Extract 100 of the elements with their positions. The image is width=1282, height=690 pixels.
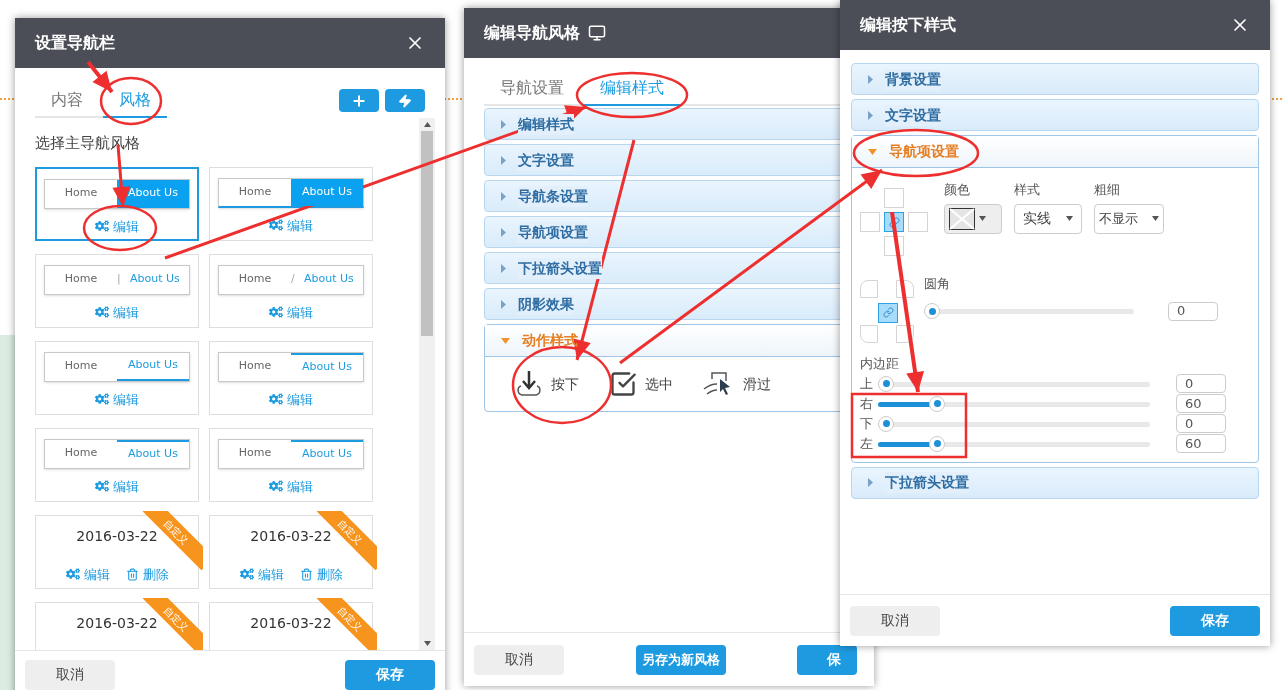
save-button[interactable]: 保存 xyxy=(1170,605,1260,636)
save-button[interactable]: 保 xyxy=(797,644,857,675)
edit-link[interactable]: 编辑 xyxy=(95,476,139,496)
section-label: 阴影效果 xyxy=(518,293,574,315)
slider-handle[interactable] xyxy=(929,435,946,452)
action-option[interactable]: 滑过 xyxy=(703,369,771,399)
delete-link[interactable]: 删除 xyxy=(299,564,343,584)
slider-handle[interactable] xyxy=(878,375,894,392)
home-label: Home xyxy=(63,271,99,288)
action-option[interactable]: 选中 xyxy=(609,369,673,399)
caret-down-icon xyxy=(979,216,986,221)
accordion-header[interactable]: 下拉箭头设置 xyxy=(851,466,1259,499)
save-as-new-style-button[interactable]: 另存为新风格 xyxy=(636,644,726,675)
section-label: 导航项设置 xyxy=(518,221,588,243)
line-style-select[interactable]: 实线 xyxy=(1014,203,1082,234)
ribbon-label: 自定义 xyxy=(334,603,366,635)
section-label: 导航项设置 xyxy=(889,142,959,161)
weight-select[interactable]: 不显示 xyxy=(1094,203,1164,234)
accordion-header[interactable]: 导航项设置 xyxy=(852,136,1258,168)
value-field[interactable]: 60 xyxy=(1176,394,1226,413)
flash-button[interactable] xyxy=(385,89,425,112)
color-label: 颜色 xyxy=(944,181,971,199)
padding-label: 内边距 xyxy=(860,355,900,373)
edit-link[interactable]: 编辑 xyxy=(95,389,139,409)
edit-link[interactable]: 编辑 xyxy=(269,476,313,496)
style-card[interactable]: Home About Us 编辑 xyxy=(35,427,199,502)
monitor-icon xyxy=(588,24,606,42)
scroll-down-icon xyxy=(423,641,431,646)
slider-handle[interactable] xyxy=(878,415,894,432)
value-field[interactable]: 60 xyxy=(1176,434,1226,453)
style-card[interactable]: Home / About Us 编辑 xyxy=(209,253,373,328)
section-title: 选择主导航风格 xyxy=(35,133,141,154)
home-label: Home xyxy=(63,358,99,375)
edit-link[interactable]: 编辑 xyxy=(239,564,284,584)
save-button[interactable]: 保存 xyxy=(345,659,435,690)
bottom-right-corner-option[interactable] xyxy=(896,325,914,344)
delete-link[interactable]: 删除 xyxy=(125,564,169,584)
gears-icon xyxy=(95,305,109,320)
accordion-header[interactable]: 背景设置 xyxy=(851,63,1259,95)
style-card[interactable]: Home About Us 编辑 xyxy=(35,166,199,241)
separator-label: / xyxy=(291,271,295,288)
padding-side-label: 右 xyxy=(860,394,874,413)
link-icon xyxy=(882,307,894,319)
value-field[interactable]: 0 xyxy=(1168,301,1218,321)
link-toggle[interactable] xyxy=(878,302,898,323)
tab[interactable]: 导航设置 xyxy=(484,76,580,106)
add-button[interactable] xyxy=(339,89,379,112)
action-option[interactable]: 按下 xyxy=(515,369,579,399)
cancel-button[interactable]: 取消 xyxy=(25,659,115,690)
gears-icon xyxy=(95,479,109,494)
ribbon-label: 自定义 xyxy=(160,516,192,548)
link-icon xyxy=(888,216,900,228)
section-label: 背景设置 xyxy=(885,68,941,90)
dialog-title: 编辑按下样式 xyxy=(860,14,956,36)
caret-down-icon xyxy=(1152,216,1159,221)
edit-link[interactable]: 编辑 xyxy=(269,302,313,322)
edit-link[interactable]: 编辑 xyxy=(95,302,139,322)
no-color-swatch-icon xyxy=(949,207,975,230)
home-label: Home xyxy=(63,445,99,462)
style-card[interactable]: Home | About Us 编辑 xyxy=(35,253,199,328)
color-picker[interactable] xyxy=(944,203,1002,234)
about-label: About Us xyxy=(291,439,363,468)
style-date: 2016-03-22 xyxy=(76,526,158,546)
about-label: About Us xyxy=(117,352,189,381)
padding-side-label: 上 xyxy=(860,374,874,393)
style-card[interactable]: Home About Us 编辑 xyxy=(35,340,199,415)
slider-handle[interactable] xyxy=(924,303,940,319)
style-card[interactable]: Home About Us 编辑 xyxy=(209,166,373,241)
edit-link[interactable]: 编辑 xyxy=(269,389,313,409)
press-down-icon xyxy=(515,369,543,399)
section-label: 文字设置 xyxy=(885,104,941,126)
slider-handle[interactable] xyxy=(929,395,946,412)
gears-icon xyxy=(269,479,283,494)
checkbox-icon xyxy=(609,370,637,398)
edit-link[interactable]: 编辑 xyxy=(269,215,313,235)
home-label: Home xyxy=(237,183,273,200)
accordion-header[interactable]: 文字设置 xyxy=(851,99,1259,131)
cancel-button[interactable]: 取消 xyxy=(850,605,940,636)
caret-down-icon xyxy=(868,148,877,155)
about-label: About Us xyxy=(291,352,363,381)
style-card[interactable]: Home About Us 编辑 xyxy=(209,427,373,502)
top-right-corner-option[interactable] xyxy=(896,280,914,298)
value-field[interactable]: 0 xyxy=(1176,414,1226,433)
edit-link[interactable]: 编辑 xyxy=(95,216,139,236)
tab[interactable]: 内容 xyxy=(35,88,99,118)
caret-right-icon xyxy=(868,478,873,487)
caret-right-icon xyxy=(501,299,506,309)
caret-right-icon xyxy=(868,110,873,120)
style-card[interactable]: Home About Us 编辑 xyxy=(209,340,373,415)
edit-link[interactable]: 编辑 xyxy=(65,564,110,584)
cancel-button[interactable]: 取消 xyxy=(474,644,564,675)
home-label: Home xyxy=(237,271,273,288)
trash-icon xyxy=(299,567,313,581)
value-field[interactable]: 0 xyxy=(1176,374,1226,393)
padding-side-label: 左 xyxy=(860,434,874,453)
section-label: 下拉箭头设置 xyxy=(885,472,969,493)
section-label: 下拉箭头设置 xyxy=(518,257,602,279)
tab[interactable]: 编辑样式 xyxy=(584,76,680,106)
scrollbar[interactable] xyxy=(419,118,435,650)
style-date: 2016-03-22 xyxy=(76,613,158,633)
